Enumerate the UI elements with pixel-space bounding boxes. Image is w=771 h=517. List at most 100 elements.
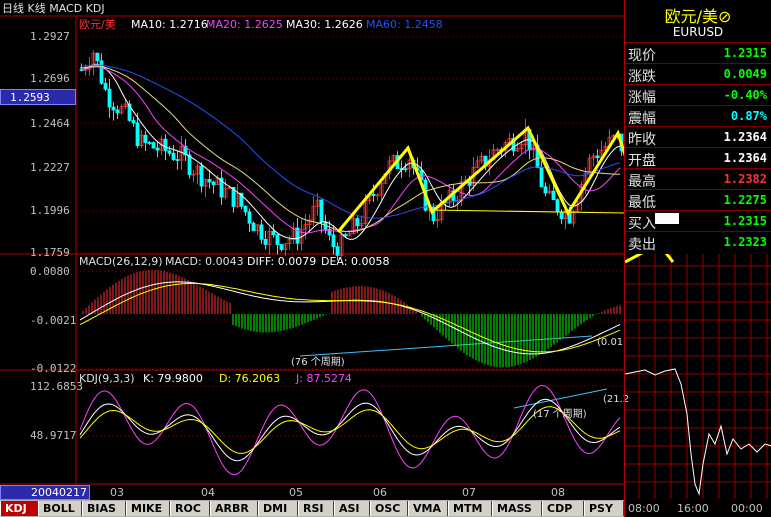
quote-row-current-price: 现价 1.2315 (625, 42, 771, 64)
candle-body (211, 181, 216, 186)
month-label: 06 (373, 486, 387, 499)
candle-body (259, 224, 264, 240)
quote-row-change: 涨跌 0.0049 (625, 63, 771, 85)
month-label: 08 (551, 486, 565, 499)
time-label: 08:00 (628, 502, 660, 515)
macd-annotation-right: (0.01 (597, 337, 624, 348)
quote-label: 震幅 (628, 111, 656, 127)
candle-body (271, 230, 276, 236)
dea-value: DEA: 0.0058 (321, 255, 390, 268)
quote-row-open: 开盘 1.2364 (625, 147, 771, 169)
candle-body (99, 60, 104, 84)
quote-label: 昨收 (628, 132, 656, 148)
tab-roc[interactable]: ROC (170, 501, 210, 516)
candle-body (147, 142, 152, 144)
price-tick: 1.2464 (30, 117, 70, 130)
macd-tick: -0.0021 (30, 314, 77, 327)
tab-cdp[interactable]: CDP (542, 501, 584, 516)
candle-body (543, 186, 548, 194)
price-tick: 1.1996 (30, 204, 70, 217)
quote-label: 最低 (628, 195, 656, 211)
quote-row-change-percent: 涨幅 -0.40% (625, 84, 771, 106)
ask-highlight (655, 213, 679, 224)
candle-body (403, 168, 408, 171)
quote-label: 开盘 (628, 153, 656, 169)
tab-psy[interactable]: PSY (584, 501, 624, 516)
kdj-tick: 48.9717 (30, 429, 77, 442)
candle-body (343, 234, 348, 237)
macd-value: MACD: 0.0043 (165, 255, 244, 268)
quote-code: EURUSD (672, 25, 724, 39)
date-cursor-box: 20040217 (0, 485, 90, 500)
candle-body (371, 193, 376, 196)
macd-title: MACD(26,12,9) (79, 255, 163, 268)
quote-value: 1.2323 (723, 235, 767, 249)
tab-osc[interactable]: OSC (370, 501, 408, 516)
candle-body (207, 179, 212, 183)
quote-label: 买入 (628, 216, 656, 232)
ma20-label: MA20: 1.2625 (206, 18, 283, 31)
macd-tick: 0.0080 (30, 265, 70, 278)
candle-body (151, 142, 156, 149)
candle-body (275, 234, 280, 245)
symbol-label: 欧元/美 (79, 18, 116, 31)
tab-rsi[interactable]: RSI (298, 501, 334, 516)
quote-value: 0.87% (730, 109, 767, 123)
candle-body (103, 82, 108, 90)
candle-body (175, 159, 180, 161)
main-chart-area[interactable] (0, 0, 624, 500)
quote-label: 卖出 (628, 237, 656, 253)
ma10-label: MA10: 1.2716 (131, 18, 208, 31)
candle-body (551, 190, 556, 201)
candle-body (595, 155, 600, 159)
quote-value: -0.40% (723, 88, 767, 102)
month-label: 07 (462, 486, 476, 499)
kdj-d-value: D: 76.2063 (219, 372, 281, 385)
candle-body (247, 211, 252, 224)
candle-body (243, 205, 248, 213)
tab-vma[interactable]: VMA (408, 501, 448, 516)
quote-value: 1.2364 (723, 151, 767, 165)
quote-value: 0.0049 (723, 67, 767, 81)
tab-kdj[interactable]: KDJ (0, 501, 38, 516)
quote-value: 1.2315 (723, 214, 767, 228)
kdj-title: KDJ(9,3,3) (79, 372, 135, 385)
candle-body (115, 109, 120, 114)
candle-body (95, 52, 100, 62)
quote-label: 涨幅 (628, 90, 656, 106)
macd-annotation-left: (76 个周期) (291, 357, 345, 368)
candle-body (279, 244, 284, 250)
mini-zigzag (625, 254, 675, 264)
time-label: 16:00 (677, 502, 709, 515)
kdj-k-value: K: 79.9800 (143, 372, 203, 385)
price-tick: 1.2227 (30, 161, 70, 174)
tab-dmi[interactable]: DMI (258, 501, 298, 516)
candle-body (187, 154, 192, 176)
quote-row-low: 最低 1.2275 (625, 189, 771, 211)
candle-body (355, 218, 360, 227)
quote-row-prev-close: 昨收 1.2364 (625, 126, 771, 148)
candle-body (251, 222, 256, 232)
candle-body (199, 165, 204, 187)
candle-body (555, 199, 560, 213)
tab-mass[interactable]: MASS (492, 501, 542, 516)
tab-asi[interactable]: ASI (334, 501, 370, 516)
candle-body (319, 199, 324, 223)
tab-mike[interactable]: MIKE (126, 501, 170, 516)
tab-arbr[interactable]: ARBR (210, 501, 258, 516)
candle-body (135, 122, 140, 147)
month-label: 05 (289, 486, 303, 499)
quote-value: 1.2382 (723, 172, 767, 186)
month-label: 03 (110, 486, 124, 499)
candle-body (143, 134, 148, 143)
tab-mtm[interactable]: MTM (448, 501, 492, 516)
tab-boll[interactable]: BOLL (38, 501, 82, 516)
quote-panel: 欧元/美⊘ EURUSD 现价 1.2315 涨跌 0.0049 涨幅 -0.40% 震幅 0… (624, 0, 771, 517)
quote-label: 现价 (628, 48, 656, 64)
candle-body (559, 211, 564, 220)
tab-bias[interactable]: BIAS (82, 501, 126, 516)
date-cursor: 20040217 (31, 486, 87, 499)
candle-body (107, 88, 112, 108)
quote-label: 涨跌 (628, 69, 656, 85)
intraday-chart[interactable] (625, 254, 771, 514)
